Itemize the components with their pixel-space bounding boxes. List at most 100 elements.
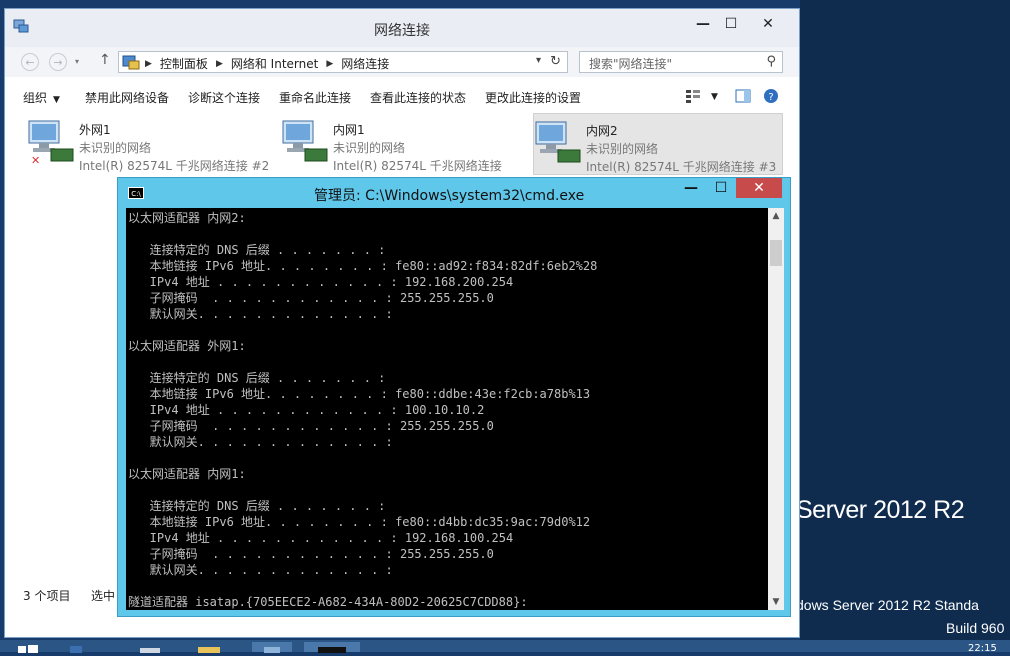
preview-pane-icon[interactable] — [735, 89, 751, 103]
minimize-icon: — — [684, 180, 698, 196]
breadcrumb-chevron-icon: ▶ — [145, 58, 152, 69]
search-placeholder: 搜索"网络连接" — [589, 57, 673, 71]
network-adapter-icon — [535, 121, 581, 163]
console-line: 以太网适配器 内网2: — [128, 211, 246, 225]
adapter-status: 未识别的网络 — [79, 141, 152, 155]
cmd-minimize-button[interactable]: — — [676, 178, 706, 198]
clock: 22:15 — [968, 643, 997, 654]
start-button[interactable] — [16, 642, 42, 653]
console-line: IPv4 地址 . . . . . . . . . . . . : 192.16… — [128, 531, 514, 545]
close-button[interactable]: ✕ — [745, 14, 791, 34]
console-line: 默认网关. . . . . . . . . . . . . : — [128, 307, 393, 321]
adapter-device: Intel(R) 82574L 千兆网络连接 — [333, 159, 502, 173]
console-line: 子网掩码 . . . . . . . . . . . . : 255.255.2… — [128, 291, 494, 305]
watermark-build: Build 960 — [946, 620, 1005, 636]
command-bar: 组织 ▼ 禁用此网络设备 诊断这个连接 重命名此连接 查看此连接的状态 更改此连接… — [5, 81, 799, 111]
console-line: 本地链接 IPv6 地址. . . . . . . . : fe80::ddbe… — [128, 387, 591, 401]
console-line: 本地链接 IPv6 地址. . . . . . . . : fe80::ad92… — [128, 259, 598, 273]
cmd-close-button[interactable]: ✕ — [736, 178, 782, 198]
view-dropdown-icon[interactable]: ▼ — [711, 92, 718, 102]
organize-label: 组织 — [23, 91, 48, 105]
up-button[interactable]: ↑ — [99, 52, 111, 68]
forward-arrow-icon: → — [53, 55, 63, 69]
breadcrumb-chevron-icon[interactable]: ▶ — [326, 59, 333, 69]
adapter-name: 内网1 — [333, 123, 365, 137]
address-bar[interactable]: ▶ 控制面板 ▶ 网络和 Internet ▶ 网络连接 ▾ ↻ — [118, 51, 568, 73]
watermark-edition: dows Server 2012 R2 Standa — [796, 597, 979, 613]
console-line: 连接特定的 DNS 后缀 . . . . . . . : — [128, 243, 386, 257]
chevron-down-icon: ▼ — [53, 95, 60, 105]
search-box[interactable]: 搜索"网络连接" ⚲ — [579, 51, 783, 73]
console-line: 子网掩码 . . . . . . . . . . . . : 255.255.2… — [128, 547, 494, 561]
title-bar: 网络连接 — ☐ ✕ — [5, 9, 799, 47]
search-icon[interactable]: ⚲ — [766, 54, 776, 69]
svg-text:?: ? — [768, 92, 773, 103]
adapter-name: 内网2 — [586, 124, 618, 138]
control-panel-icon — [122, 55, 140, 70]
console-scrollbar[interactable]: ▲ ▼ — [768, 208, 784, 610]
change-view-icon[interactable] — [685, 89, 701, 103]
watermark-product: Server 2012 R2 — [796, 496, 965, 524]
console-line: 默认网关. . . . . . . . . . . . . : — [128, 435, 393, 449]
console-line: 以太网适配器 外网1: — [128, 339, 246, 353]
taskbar-server-manager[interactable] — [68, 642, 84, 653]
breadcrumb-network-internet[interactable]: 网络和 Internet — [231, 55, 318, 72]
console-line: 隧道适配器 isatap.{705EECE2-A682-434A-80D2-20… — [128, 595, 528, 609]
address-dropdown-icon[interactable]: ▾ — [536, 55, 541, 66]
cmd-app-icon[interactable]: C:\ — [128, 187, 144, 199]
console-line: 默认网关. . . . . . . . . . . . . : — [128, 563, 393, 577]
cmd-window: C:\ 管理员: C:\Windows\system32\cmd.exe — ☐… — [117, 177, 791, 617]
minimize-icon: — — [696, 16, 710, 32]
taskbar-powershell[interactable] — [138, 642, 162, 653]
scroll-down-icon[interactable]: ▼ — [768, 594, 784, 610]
selection-count: 选中 — [91, 589, 116, 603]
rename-button[interactable]: 重命名此连接 — [279, 89, 351, 106]
adapter-status: 未识别的网络 — [333, 141, 406, 155]
view-status-button[interactable]: 查看此连接的状态 — [370, 89, 466, 106]
forward-button[interactable]: → — [49, 53, 67, 71]
breadcrumb-network-connections[interactable]: 网络连接 — [341, 55, 389, 72]
refresh-icon[interactable]: ↻ — [550, 54, 561, 69]
adapter-item-internal1[interactable]: 内网1 未识别的网络 Intel(R) 82574L 千兆网络连接 — [281, 113, 527, 173]
adapter-name: 外网1 — [79, 123, 111, 137]
network-adapter-icon — [282, 120, 328, 162]
network-adapter-icon: ✕ — [28, 120, 74, 167]
adapter-item-internal2[interactable]: 内网2 未识别的网络 Intel(R) 82574L 千兆网络连接 #3 — [533, 113, 783, 175]
adapter-item-external1[interactable]: ✕ 外网1 未识别的网络 Intel(R) 82574L 千兆网络连接 #2 — [27, 113, 273, 173]
adapter-status: 未识别的网络 — [586, 142, 659, 156]
disable-device-button[interactable]: 禁用此网络设备 — [85, 89, 169, 106]
window-title: 网络连接 — [374, 23, 430, 39]
console-line: 连接特定的 DNS 后缀 . . . . . . . : — [128, 499, 386, 513]
breadcrumb-chevron-icon[interactable]: ▶ — [216, 59, 223, 69]
console-line: 本地链接 IPv6 地址. . . . . . . . : fe80::d4bb… — [128, 515, 591, 529]
change-settings-button[interactable]: 更改此连接的设置 — [485, 89, 581, 106]
console-output[interactable]: 以太网适配器 内网2: 连接特定的 DNS 后缀 . . . . . . . :… — [126, 208, 768, 610]
maximize-button[interactable]: ☐ — [717, 14, 745, 34]
help-icon[interactable]: ? — [763, 89, 779, 105]
cmd-window-title: 管理员: C:\Windows\system32\cmd.exe — [314, 188, 585, 204]
console-line: 以太网适配器 内网1: — [128, 467, 246, 481]
desktop-background — [800, 0, 1010, 652]
breadcrumb: ▶ 控制面板 ▶ 网络和 Internet ▶ 网络连接 — [145, 55, 389, 72]
taskbar-explorer[interactable] — [196, 642, 222, 653]
recent-locations-icon[interactable]: ▾ — [75, 57, 79, 66]
back-button[interactable]: ← — [21, 53, 39, 71]
taskbar — [0, 640, 1010, 653]
organize-menu[interactable]: 组织 ▼ — [23, 89, 60, 106]
taskbar-network-connections[interactable] — [252, 642, 292, 653]
taskbar-cmd[interactable] — [304, 642, 360, 653]
scroll-up-icon[interactable]: ▲ — [768, 208, 784, 224]
scroll-thumb[interactable] — [770, 240, 782, 266]
cmd-maximize-button[interactable]: ☐ — [706, 178, 736, 198]
minimize-button[interactable]: — — [689, 14, 717, 34]
address-row: ← → ▾ ↑ ▶ 控制面板 ▶ 网络和 Internet ▶ 网络连接 ▾ ↻… — [5, 47, 799, 77]
adapter-device: Intel(R) 82574L 千兆网络连接 #3 — [586, 160, 777, 174]
svg-text:✕: ✕ — [31, 154, 40, 167]
maximize-icon: ☐ — [714, 180, 728, 196]
item-count: 3 个项目 — [23, 589, 71, 603]
diagnose-button[interactable]: 诊断这个连接 — [188, 89, 260, 106]
cmd-title-bar: C:\ 管理员: C:\Windows\system32\cmd.exe — ☐… — [118, 178, 790, 208]
breadcrumb-control-panel[interactable]: 控制面板 — [160, 55, 208, 72]
up-arrow-icon: ↑ — [99, 52, 111, 68]
console-line: IPv4 地址 . . . . . . . . . . . . : 192.16… — [128, 275, 514, 289]
